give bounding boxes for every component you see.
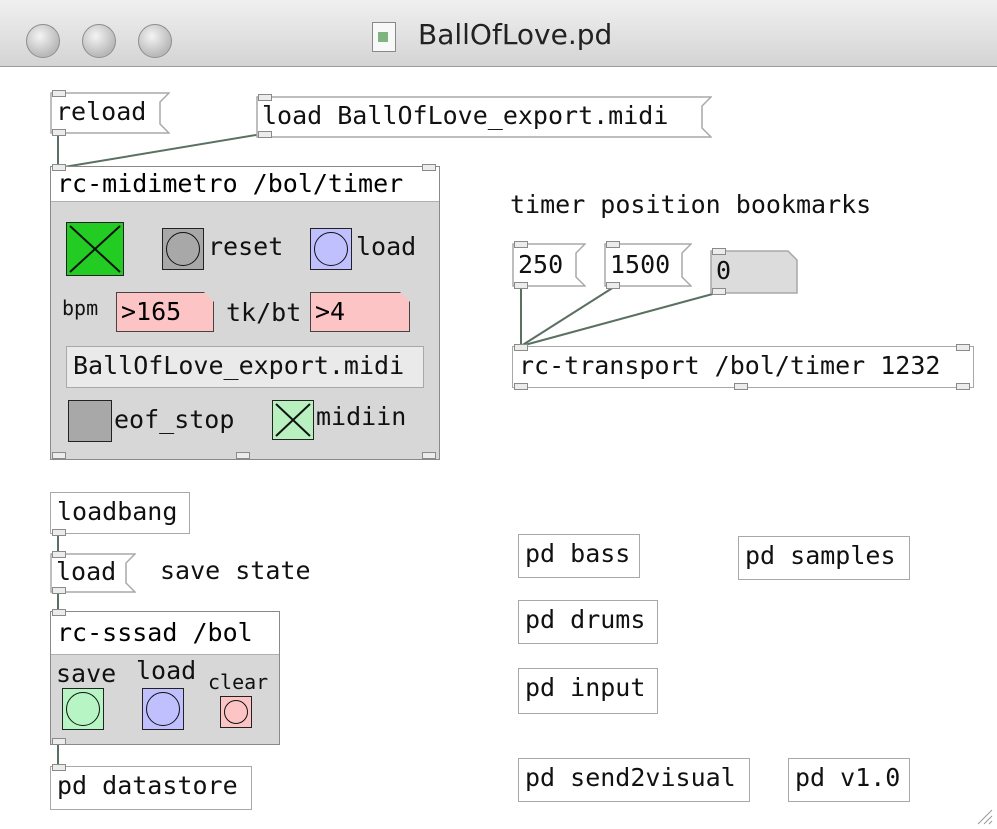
load-bang[interactable]: [310, 228, 352, 270]
midiin-toggle[interactable]: [272, 400, 314, 440]
bookmark-1500-text: 1500: [610, 250, 671, 279]
tkbt-number-box[interactable]: >4: [310, 292, 410, 332]
inlet: [606, 241, 620, 248]
v10-subpatch[interactable]: pd v1.0: [788, 758, 910, 802]
inlet: [52, 764, 66, 771]
eof-stop-label: eof_stop: [114, 405, 235, 434]
title-bar: BallOfLove.pd: [0, 0, 997, 67]
outlet: [514, 282, 528, 289]
sssad-load-bang[interactable]: [142, 688, 184, 730]
save-label: save: [56, 659, 117, 688]
minimize-window-button[interactable]: [82, 24, 116, 58]
reset-bang[interactable]: [162, 228, 204, 270]
inlet: [422, 164, 436, 171]
bookmark-1500-message[interactable]: 1500: [604, 243, 692, 287]
outlet: [734, 383, 748, 390]
inlet: [514, 241, 528, 248]
transport-object[interactable]: rc-transport /bol/timer 1232: [512, 346, 974, 388]
load-state-text: load: [56, 557, 117, 586]
input-subpatch[interactable]: pd input: [518, 668, 658, 714]
samples-subpatch[interactable]: pd samples: [738, 536, 910, 580]
bpm-number-box[interactable]: >165: [116, 292, 214, 332]
eof-stop-toggle[interactable]: [68, 400, 112, 442]
load-label: load: [356, 232, 417, 261]
clear-bang[interactable]: [220, 696, 252, 728]
bookmark-250-message[interactable]: 250: [512, 243, 586, 287]
outlet: [258, 131, 272, 138]
zoom-window-button[interactable]: [138, 24, 172, 58]
sssad-load-label: load: [136, 656, 197, 685]
outlet: [52, 529, 66, 536]
outlet: [956, 383, 970, 390]
inlet: [956, 344, 970, 351]
inlet: [52, 90, 66, 97]
document-icon: [372, 22, 396, 52]
datastore-subpatch[interactable]: pd datastore: [50, 766, 252, 810]
drums-subpatch[interactable]: pd drums: [518, 600, 658, 644]
bpm-label: bpm: [62, 296, 99, 320]
close-window-button[interactable]: [26, 24, 60, 58]
tkbt-label: tk/bt: [226, 298, 302, 327]
outlet: [606, 282, 620, 289]
inlet: [52, 164, 66, 171]
sssad-header: rc-sssad /bol: [51, 612, 279, 655]
inlet: [514, 344, 528, 351]
clear-label: clear: [208, 670, 269, 694]
midimetro-header: rc-midimetro /bol/timer: [51, 167, 439, 202]
outlet: [422, 452, 436, 459]
inlet: [52, 609, 66, 616]
inlet: [52, 551, 66, 558]
outlet: [52, 129, 66, 136]
outlet: [712, 288, 726, 295]
save-state-comment: save state: [160, 556, 311, 585]
inlet: [258, 94, 272, 101]
bookmark-0-text: 0: [716, 256, 732, 285]
inlet: [712, 248, 726, 255]
filename-symbol-box[interactable]: BallOfLove_export.midi: [66, 346, 424, 388]
bookmark-250-text: 250: [518, 250, 564, 279]
outlet: [52, 738, 66, 745]
midiin-label: midiin: [316, 402, 407, 431]
reset-label: reset: [208, 232, 284, 261]
bookmarks-comment: timer position bookmarks: [510, 190, 872, 219]
send2visual-subpatch[interactable]: pd send2visual: [518, 758, 750, 802]
reload-message-text: reload: [56, 97, 147, 126]
metro-run-toggle[interactable]: [66, 222, 124, 276]
outlet: [514, 383, 528, 390]
outlet: [236, 452, 250, 459]
window-title: BallOfLove.pd: [418, 18, 613, 51]
outlet: [52, 452, 66, 459]
load-midi-message-text: load BallOfLove_export.midi: [262, 101, 669, 130]
load-midi-message[interactable]: load BallOfLove_export.midi: [256, 96, 712, 138]
bass-subpatch[interactable]: pd bass: [518, 534, 640, 578]
outlet: [52, 587, 66, 594]
resize-grip-icon[interactable]: [975, 807, 993, 825]
loadbang-object[interactable]: loadbang: [50, 492, 190, 534]
reload-message[interactable]: reload: [50, 92, 170, 134]
save-bang[interactable]: [62, 688, 104, 730]
